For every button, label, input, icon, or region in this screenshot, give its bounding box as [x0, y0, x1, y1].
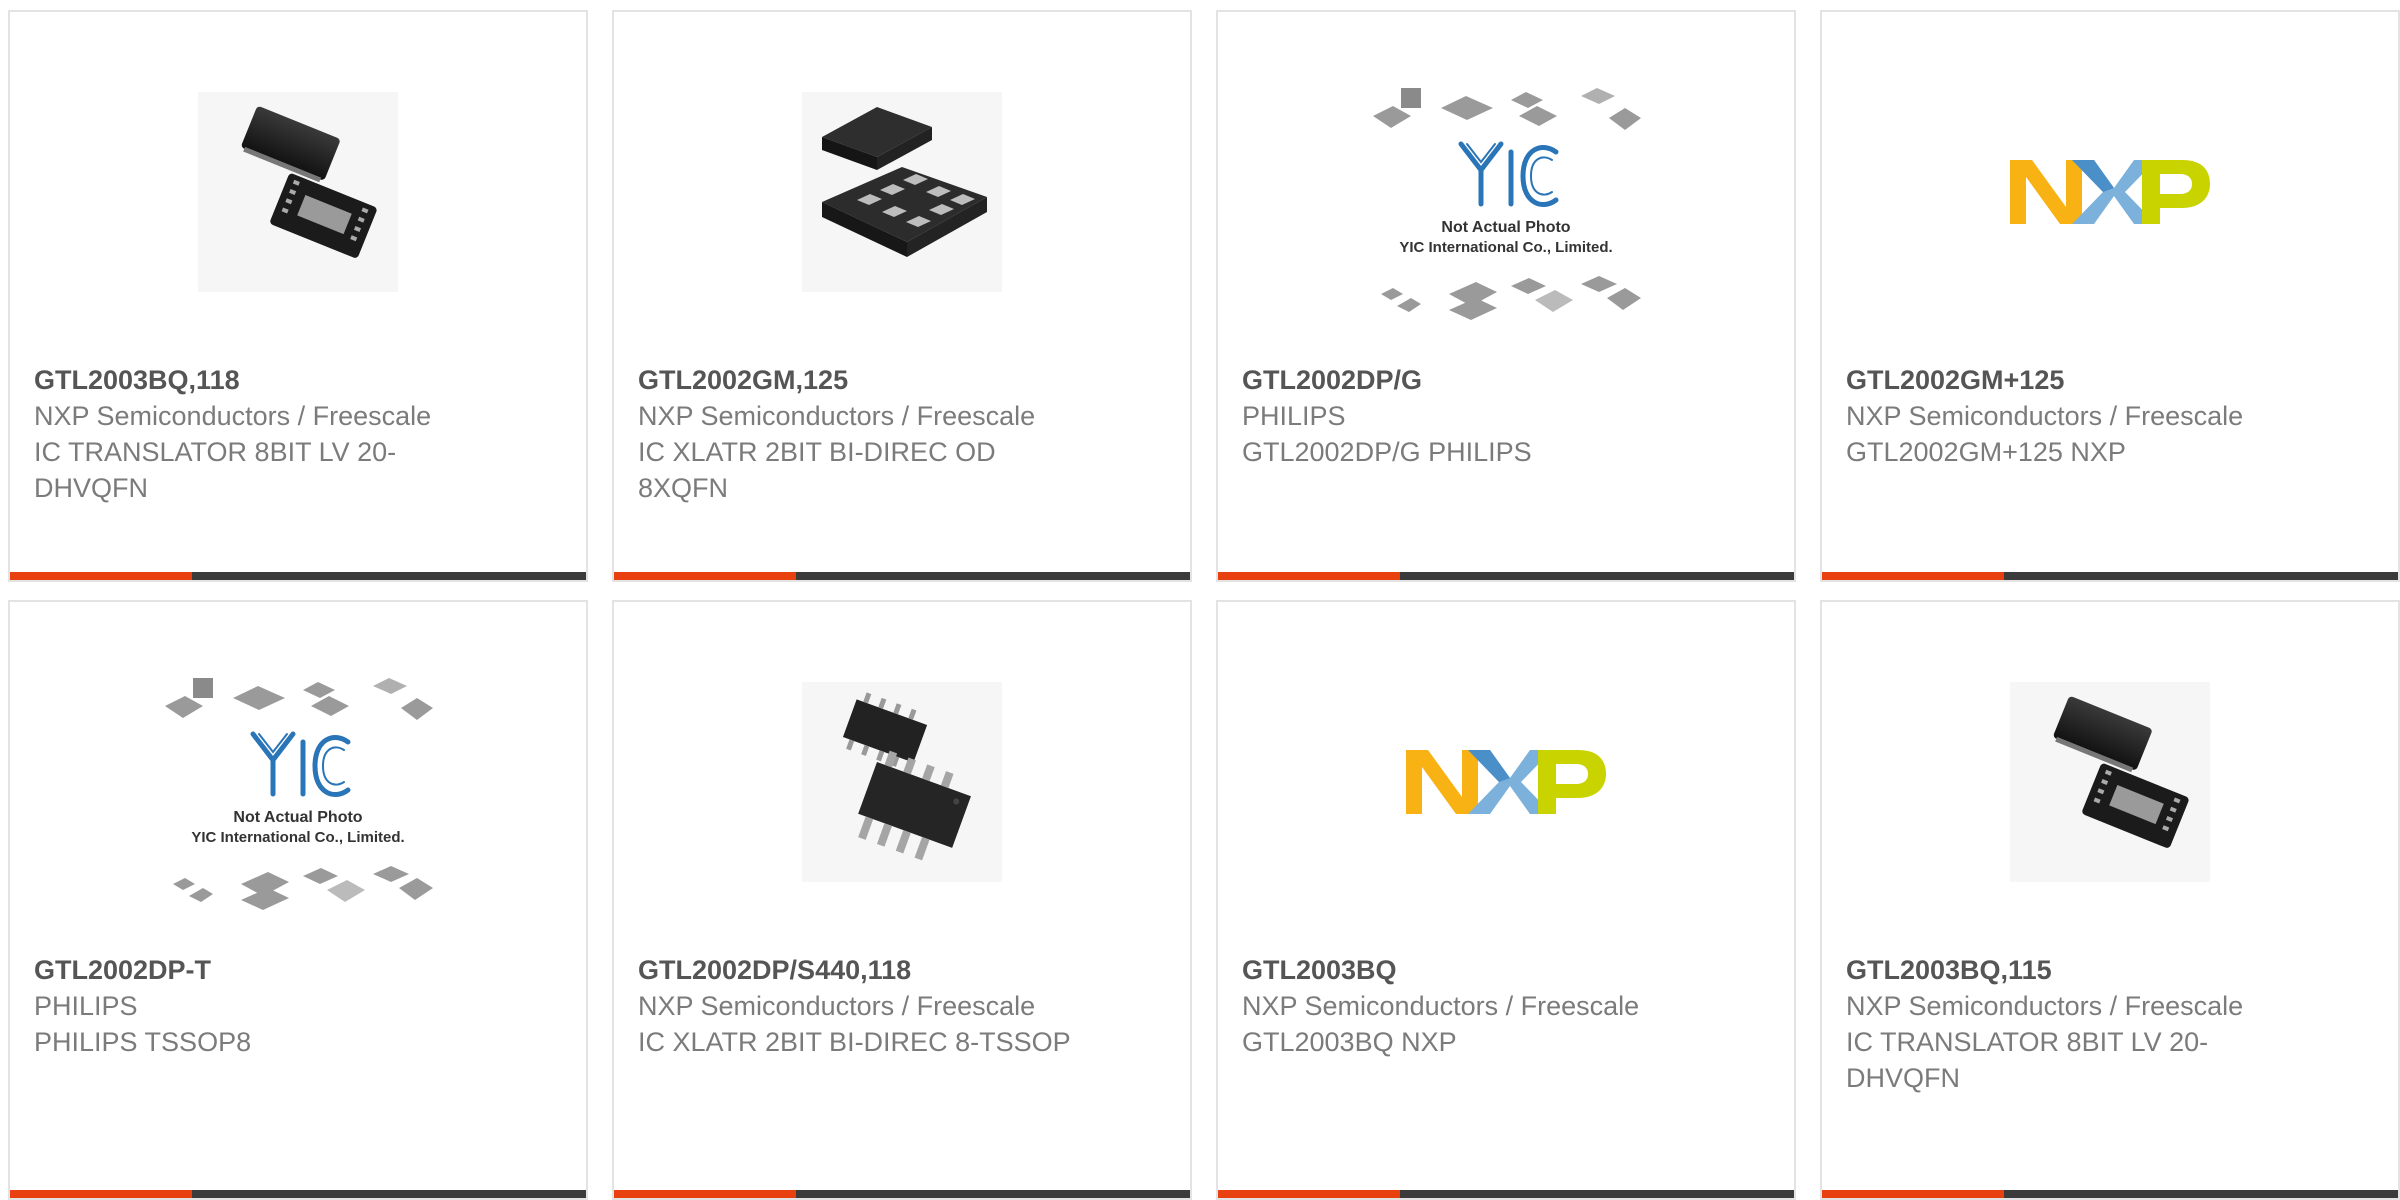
card-accent-bar: [1822, 1190, 2004, 1198]
product-image[interactable]: [1822, 672, 2398, 892]
nxp-logo: [1406, 750, 1606, 814]
manufacturer-label: NXP Semiconductors / Freescale: [638, 991, 1036, 1021]
part-number-link[interactable]: GTL2003BQ,118: [34, 362, 562, 398]
card-bottom-bar: [1218, 1190, 1794, 1198]
product-card[interactable]: Not Actual Photo YIC International Co., L…: [1216, 10, 1796, 582]
product-image[interactable]: [614, 82, 1190, 302]
part-number-link[interactable]: GTL2002GM,125: [638, 362, 1166, 398]
description-label: GTL2002GM+125 NXP: [1846, 437, 2126, 467]
product-info: GTL2002DP/G PHILIPS GTL2002DP/G PHILIPS: [1242, 362, 1770, 470]
chip-dhvqfn-icon: [198, 92, 398, 292]
svg-text:Not Actual Photo: Not Actual Photo: [233, 809, 362, 826]
nxp-logo: [2010, 160, 2210, 224]
product-card[interactable]: GTL2003BQ,115 NXP Semiconductors / Frees…: [1820, 600, 2400, 1200]
card-bottom-bar: [1218, 572, 1794, 580]
description-label: IC TRANSLATOR 8BIT LV 20-DHVQFN: [1846, 1027, 2209, 1093]
product-info: GTL2002DP/S440,118 NXP Semiconductors / …: [638, 952, 1166, 1060]
part-number-link[interactable]: GTL2002GM+125: [1846, 362, 2374, 398]
svg-text:YIC International Co., Limited: YIC International Co., Limited.: [191, 829, 404, 846]
card-bottom-bar: [10, 1190, 586, 1198]
product-card[interactable]: GTL2002GM+125 NXP Semiconductors / Frees…: [1820, 10, 2400, 582]
product-grid: GTL2003BQ,118 NXP Semiconductors / Frees…: [0, 0, 2400, 1200]
product-info: GTL2002DP-T PHILIPS PHILIPS TSSOP8: [34, 952, 562, 1060]
product-card[interactable]: GTL2002DP/S440,118 NXP Semiconductors / …: [612, 600, 1192, 1200]
card-accent-bar: [10, 572, 192, 580]
product-image[interactable]: [1218, 672, 1794, 892]
manufacturer-label: NXP Semiconductors / Freescale: [1846, 401, 2244, 431]
card-accent-bar: [1218, 572, 1400, 580]
chip-xqfn-icon: [802, 92, 1002, 292]
product-info: GTL2003BQ NXP Semiconductors / Freescale…: [1242, 952, 1770, 1060]
product-info: GTL2002GM,125 NXP Semiconductors / Frees…: [638, 362, 1166, 506]
card-accent-bar: [1218, 1190, 1400, 1198]
description-label: IC XLATR 2BIT BI-DIREC 8-TSSOP: [638, 1027, 1071, 1057]
part-number-link[interactable]: GTL2002DP/S440,118: [638, 952, 1166, 988]
product-image[interactable]: Not Actual Photo YIC International Co., L…: [10, 678, 586, 910]
product-image[interactable]: [1822, 82, 2398, 302]
yic-placeholder-icon: Not Actual Photo YIC International Co., L…: [165, 678, 433, 910]
description-label: GTL2003BQ NXP: [1242, 1027, 1457, 1057]
manufacturer-label: NXP Semiconductors / Freescale: [638, 401, 1036, 431]
part-number-link[interactable]: GTL2002DP-T: [34, 952, 562, 988]
card-bottom-bar: [1822, 572, 2398, 580]
product-image[interactable]: [614, 672, 1190, 892]
product-image[interactable]: Not Actual Photo YIC International Co., L…: [1218, 88, 1794, 320]
product-card[interactable]: Not Actual Photo YIC International Co., L…: [8, 600, 588, 1200]
chip-dhvqfn-icon: [2010, 682, 2210, 882]
product-info: GTL2002GM+125 NXP Semiconductors / Frees…: [1846, 362, 2374, 470]
card-bottom-bar: [1822, 1190, 2398, 1198]
card-bottom-bar: [10, 572, 586, 580]
description-label: IC TRANSLATOR 8BIT LV 20-DHVQFN: [34, 437, 397, 503]
description-label: GTL2002DP/G PHILIPS: [1242, 437, 1532, 467]
manufacturer-label: PHILIPS: [34, 991, 138, 1021]
product-info: GTL2003BQ,118 NXP Semiconductors / Frees…: [34, 362, 562, 506]
description-label: IC XLATR 2BIT BI-DIREC OD 8XQFN: [638, 437, 996, 503]
product-card[interactable]: GTL2002GM,125 NXP Semiconductors / Frees…: [612, 10, 1192, 582]
product-card[interactable]: GTL2003BQ NXP Semiconductors / Freescale…: [1216, 600, 1796, 1200]
manufacturer-label: NXP Semiconductors / Freescale: [34, 401, 432, 431]
yic-placeholder-icon: Not Actual Photo YIC International Co., L…: [1373, 88, 1641, 320]
part-number-link[interactable]: GTL2002DP/G: [1242, 362, 1770, 398]
product-info: GTL2003BQ,115 NXP Semiconductors / Frees…: [1846, 952, 2374, 1096]
part-number-link[interactable]: GTL2003BQ,115: [1846, 952, 2374, 988]
product-image[interactable]: [10, 82, 586, 302]
card-accent-bar: [614, 572, 796, 580]
manufacturer-label: NXP Semiconductors / Freescale: [1242, 991, 1640, 1021]
manufacturer-label: PHILIPS: [1242, 401, 1346, 431]
card-bottom-bar: [614, 572, 1190, 580]
description-label: PHILIPS TSSOP8: [34, 1027, 252, 1057]
chip-tssop-icon: [802, 682, 1002, 882]
card-accent-bar: [614, 1190, 796, 1198]
svg-text:YIC International Co., Limited: YIC International Co., Limited.: [1399, 239, 1612, 256]
svg-text:Not Actual Photo: Not Actual Photo: [1441, 219, 1570, 236]
manufacturer-label: NXP Semiconductors / Freescale: [1846, 991, 2244, 1021]
card-bottom-bar: [614, 1190, 1190, 1198]
card-accent-bar: [10, 1190, 192, 1198]
part-number-link[interactable]: GTL2003BQ: [1242, 952, 1770, 988]
card-accent-bar: [1822, 572, 2004, 580]
product-card[interactable]: GTL2003BQ,118 NXP Semiconductors / Frees…: [8, 10, 588, 582]
